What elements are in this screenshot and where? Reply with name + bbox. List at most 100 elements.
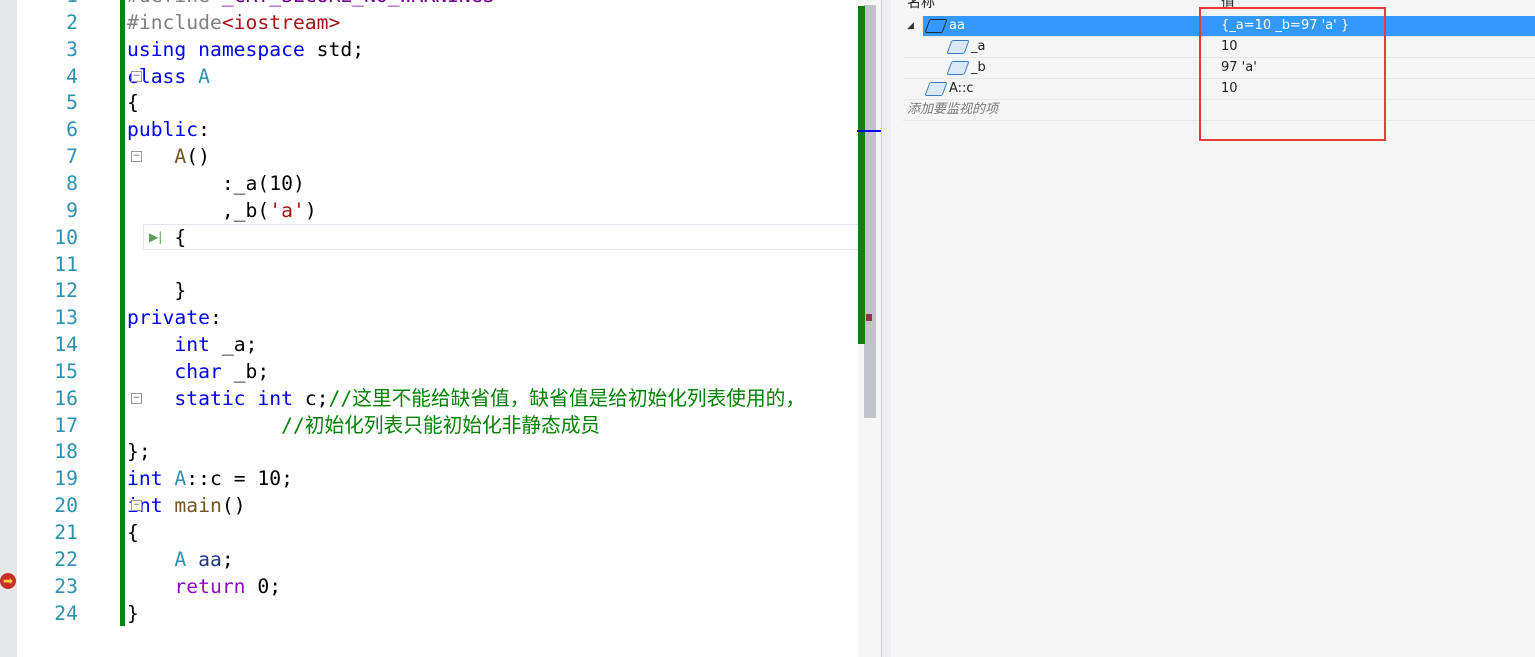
expand-triangle-icon[interactable]: ◢: [907, 16, 914, 36]
indicator-margin: [0, 0, 17, 657]
line-number: 12: [54, 279, 78, 303]
code-line[interactable]: 2 #include<iostream>: [17, 9, 858, 36]
highlight-box: [1199, 7, 1386, 141]
code-line[interactable]: 4 class A −: [17, 63, 858, 90]
code-text: :_a(10): [127, 170, 305, 197]
code-line[interactable]: 20 int main() −: [17, 492, 858, 519]
code-text: int main(): [127, 492, 246, 519]
token: char: [174, 359, 222, 383]
collapse-icon[interactable]: −: [131, 70, 142, 82]
code-line[interactable]: 14 int _a;: [17, 331, 858, 358]
token: :: [209, 306, 222, 330]
code-text: };: [127, 438, 151, 465]
line-number: 19: [54, 467, 78, 491]
scrollbar-change-marker: [858, 6, 865, 344]
code-line[interactable]: 22 A aa;: [17, 546, 858, 573]
token: A: [198, 64, 210, 88]
code-text: char _b;: [127, 358, 269, 385]
code-text: using namespace std;: [127, 36, 364, 63]
token: static: [174, 386, 246, 410]
token: <iostream>: [221, 10, 341, 34]
token: {: [127, 91, 139, 115]
code-text: A aa;: [127, 546, 233, 573]
code-text: ,_b('a'): [127, 197, 317, 224]
code-line[interactable]: 5{: [17, 89, 858, 116]
collapse-icon[interactable]: −: [131, 500, 142, 512]
line-number: 8: [66, 171, 78, 195]
code-line[interactable]: 21 {: [17, 519, 858, 546]
token: ): [304, 198, 317, 222]
line-number: 10: [54, 225, 78, 249]
token: aa: [198, 547, 222, 571]
code-line[interactable]: 8 :_a(10): [17, 170, 858, 197]
private-field-icon: [946, 61, 970, 75]
line-number: 16: [54, 386, 78, 410]
line-number: 23: [54, 574, 78, 598]
token: }: [127, 279, 187, 303]
code-text: #include<iostream>: [127, 9, 340, 36]
watch-name: _a: [971, 39, 986, 54]
token: int: [127, 467, 163, 491]
token: public: [127, 118, 199, 142]
code-text: #define _CRT_SECURE_NO_WARNINGS: [127, 0, 494, 9]
token: :_a(10): [127, 171, 305, 195]
code-line[interactable]: 13 private:: [17, 304, 858, 331]
token: int: [257, 386, 293, 410]
token: _CRT_SECURE_NO_WARNINGS: [222, 0, 495, 7]
code-line[interactable]: 10 {▶|: [17, 224, 858, 251]
token: //初始化列表只能初始化非静态成员: [281, 413, 601, 437]
code-line[interactable]: 15 char _b;: [17, 358, 858, 385]
code-line[interactable]: 16 static int c;//这里不能给缺省值，缺省值是给初始化列表使用的…: [17, 385, 858, 412]
code-line[interactable]: 1 #define _CRT_SECURE_NO_WARNINGS: [17, 0, 858, 9]
line-number: 22: [54, 547, 78, 571]
line-number: 13: [54, 306, 78, 330]
watch-name: aa: [949, 18, 965, 33]
line-number: 7: [66, 145, 78, 169]
token: A: [174, 145, 187, 169]
code-line[interactable]: 11: [17, 251, 858, 278]
token: A: [174, 547, 187, 571]
watch-name: A::c: [949, 81, 974, 96]
code-text: int _a;: [127, 331, 257, 358]
code-text: private:: [127, 304, 222, 331]
code-text: int A::c = 10;: [127, 465, 293, 492]
code-line[interactable]: 18};: [17, 438, 858, 465]
code-text: {: [127, 519, 139, 546]
collapse-icon[interactable]: −: [131, 151, 142, 163]
code-line[interactable]: 7 A() −: [17, 143, 858, 170]
token: };: [127, 440, 151, 464]
code-text: static int c;//这里不能给缺省值，缺省值是给初始化列表使用的，: [127, 385, 805, 412]
token: A: [174, 467, 187, 491]
code-text: {: [127, 89, 139, 116]
scrollbar-thumb[interactable]: [864, 5, 876, 418]
line-number: 21: [54, 521, 78, 544]
token: namespace: [198, 37, 305, 61]
code-line[interactable]: 23 return 0;: [17, 573, 858, 600]
step-marker-icon: ▶|: [149, 229, 163, 244]
token: {: [127, 521, 139, 544]
column-header-name[interactable]: 名称: [907, 0, 935, 12]
code-editor[interactable]: 1 #define _CRT_SECURE_NO_WARNINGS 2 #includ…: [17, 0, 873, 657]
token: main: [174, 494, 222, 518]
code-line[interactable]: 19 int A::c = 10;: [17, 465, 858, 492]
code-text: public:: [127, 116, 210, 143]
token: 'a': [269, 198, 305, 222]
line-number: 1: [17, 0, 78, 9]
code-line[interactable]: 9 ,_b('a'): [17, 197, 858, 224]
line-number: 11: [54, 252, 78, 276]
line-number: 4: [66, 64, 78, 88]
code-line[interactable]: 3 using namespace std;: [17, 36, 858, 63]
code-line[interactable]: 17 //初始化列表只能初始化非静态成员: [17, 412, 858, 439]
line-number: 18: [54, 440, 78, 464]
code-line[interactable]: 12 }: [17, 277, 858, 304]
token: ::c = 10;: [186, 467, 293, 491]
code-line[interactable]: 24}: [17, 600, 858, 627]
code-line[interactable]: 6 public:: [17, 116, 858, 143]
collapse-icon[interactable]: −: [131, 392, 142, 404]
